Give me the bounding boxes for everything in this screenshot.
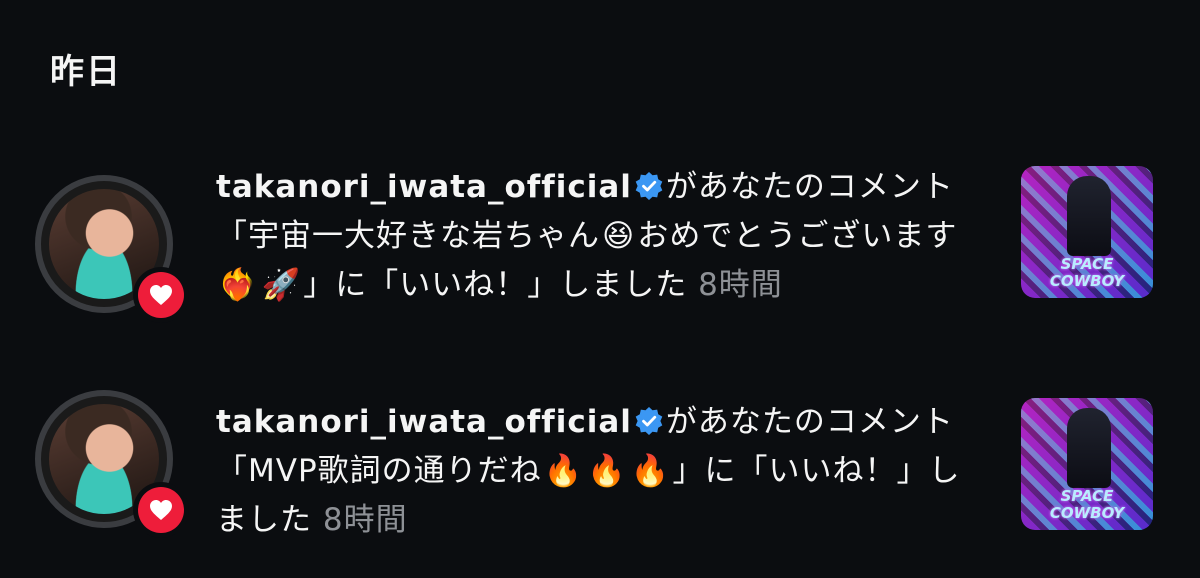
comment-text: MVP歌詞の通りだね: [248, 453, 542, 489]
action-text: 」に「いいね！」しました: [303, 267, 688, 303]
post-thumbnail[interactable]: SPACE COWBOY: [1021, 398, 1153, 530]
thumbnail-logo-text: SPACE COWBOY: [1049, 487, 1125, 522]
notification-text: takanori_iwata_official があなたのコメント「MVP歌詞の…: [216, 398, 976, 545]
post-thumbnail[interactable]: SPACE COWBOY: [1021, 166, 1153, 298]
notification-text: takanori_iwata_official があなたのコメント「宇宙一大好き…: [216, 163, 976, 310]
verified-badge-icon: [635, 407, 663, 435]
heart-icon: [150, 500, 172, 520]
heart-on-fire-emoji-icon: ❤️‍🔥: [218, 267, 258, 303]
grinning-squint-emoji-icon: 😆: [602, 218, 636, 254]
comment-text: 宇宙一大好きな岩ちゃん: [248, 218, 600, 254]
avatar[interactable]: [35, 175, 189, 325]
fire-emoji-icon: 🔥: [630, 453, 671, 489]
verified-badge-icon: [635, 172, 663, 200]
avatar[interactable]: [35, 390, 189, 540]
thumbnail-logo-text: SPACE COWBOY: [1049, 255, 1125, 290]
section-title-yesterday: 昨日: [50, 52, 122, 92]
fire-emoji-icon: 🔥: [543, 453, 584, 489]
like-badge: [133, 267, 189, 323]
thumbnail-figure: [1067, 408, 1111, 488]
username-link[interactable]: takanori_iwata_official: [216, 169, 632, 205]
heart-icon: [150, 285, 172, 305]
username-link[interactable]: takanori_iwata_official: [216, 404, 632, 440]
rocket-emoji-icon: 🚀: [261, 267, 302, 303]
timestamp: 8時間: [322, 502, 408, 538]
like-badge: [133, 482, 189, 538]
thumbnail-figure: [1067, 176, 1111, 256]
timestamp: 8時間: [698, 267, 783, 303]
fire-emoji-icon: 🔥: [587, 453, 627, 489]
comment-text: おめでとうございます: [637, 218, 958, 254]
